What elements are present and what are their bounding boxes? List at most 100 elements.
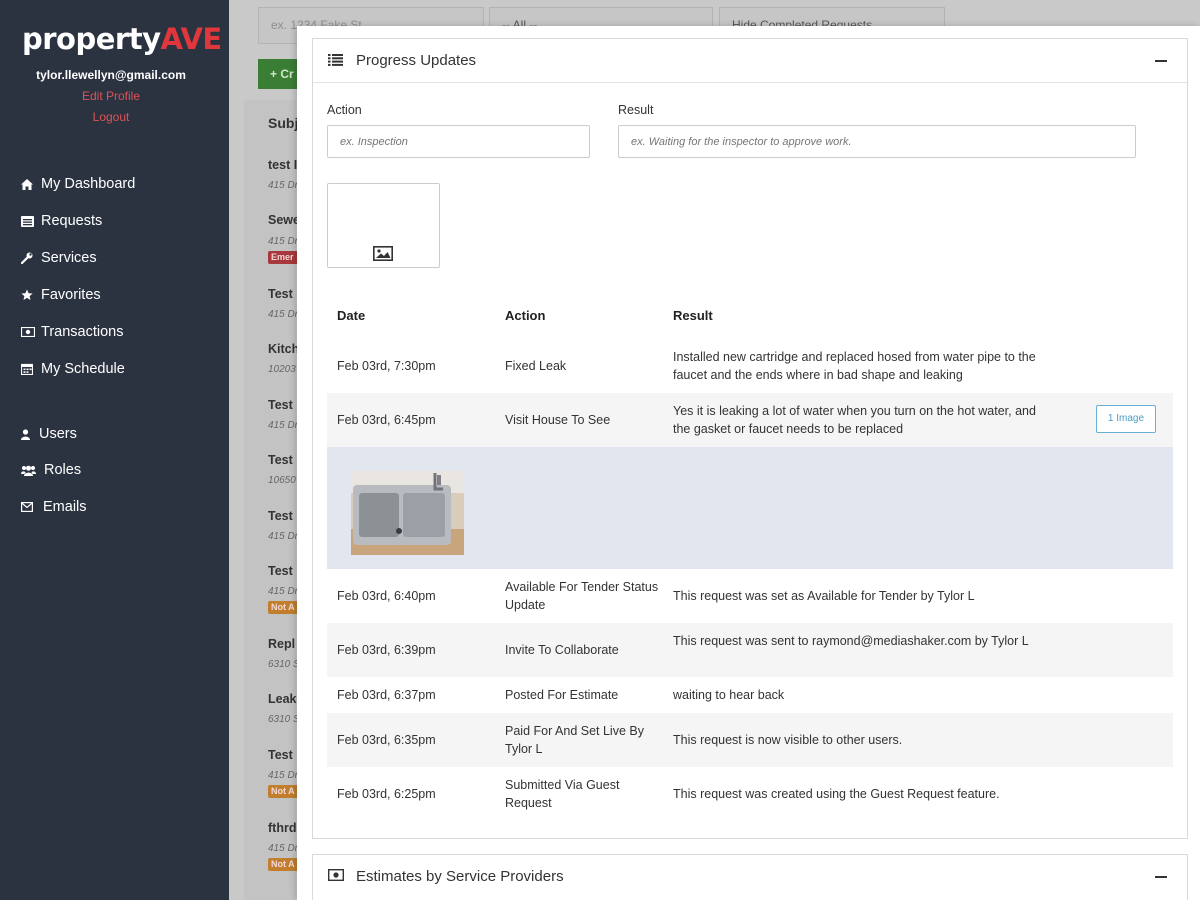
request-item-title[interactable]: fthrd (268, 821, 296, 835)
image-preview-row (327, 447, 1173, 569)
row-action: Paid For And Set Live By Tylor L (505, 724, 644, 756)
image-icon (373, 246, 393, 264)
not-available-badge: Not A (268, 601, 298, 614)
sidebar-item-my-schedule[interactable]: My Schedule (21, 361, 125, 377)
star-icon (21, 289, 41, 301)
list-icon (21, 215, 41, 227)
request-item-address: 10650 (268, 475, 296, 486)
request-item-address: 6310 S (268, 714, 300, 725)
row-result: Yes it is leaking a lot of water when yo… (673, 404, 1036, 436)
sidebar-item-label: My Dashboard (41, 176, 136, 192)
table-row: Feb 03rd, 6:39pm Invite To Collaborate T… (327, 623, 1173, 677)
sidebar-item-users[interactable]: Users (21, 426, 77, 442)
logo-prefix: property (22, 22, 161, 56)
sidebar-item-emails[interactable]: Emails (21, 499, 87, 515)
request-item-address: 415 Dr (268, 180, 299, 191)
row-action: Submitted Via Guest Request (505, 778, 620, 810)
request-item-address: 415 Dr (268, 843, 299, 854)
request-item-address: 415 Dr (268, 420, 299, 431)
card-title: Estimates by Service Providers (356, 868, 564, 885)
table-row: Feb 03rd, 6:37pm Posted For Estimate wai… (327, 677, 1173, 713)
sidebar-item-label: Services (41, 250, 97, 266)
sidebar-item-favorites[interactable]: Favorites (21, 287, 101, 303)
sidebar-item-requests[interactable]: Requests (21, 213, 102, 229)
logo[interactable]: propertyAVE (22, 22, 222, 56)
request-item-title[interactable]: Test (268, 564, 293, 578)
row-action: Visit House To See (505, 413, 611, 427)
card-title: Progress Updates (356, 52, 477, 69)
envelope-icon (21, 502, 43, 512)
image-upload-box[interactable] (327, 183, 440, 268)
sidebar-item-roles[interactable]: Roles (21, 462, 81, 478)
request-item-title[interactable]: Test (268, 287, 293, 301)
table-row: Feb 03rd, 7:30pm Fixed Leak Installed ne… (327, 339, 1173, 393)
sidebar-item-transactions[interactable]: Transactions (21, 324, 123, 340)
request-item-address: 6310 S (268, 659, 300, 670)
table-row: Feb 03rd, 6:35pm Paid For And Set Live B… (327, 713, 1173, 767)
result-column-header: Result (673, 308, 713, 323)
request-item-address: 415 Dr (268, 236, 299, 247)
row-action: Available For Tender Status Update (505, 580, 659, 612)
collapse-icon[interactable] (1155, 60, 1167, 62)
money-icon (327, 868, 345, 884)
subject-column-header: Subj (268, 115, 299, 131)
row-date: Feb 03rd, 6:35pm (337, 733, 436, 747)
date-column-header: Date (337, 308, 366, 323)
calendar-icon (21, 363, 41, 375)
row-action: Fixed Leak (505, 359, 567, 373)
row-date: Feb 03rd, 6:37pm (337, 688, 436, 702)
row-date: Feb 03rd, 6:45pm (337, 413, 436, 427)
request-item-address: 415 Dr (268, 770, 299, 781)
sidebar-item-my-dashboard[interactable]: My Dashboard (21, 176, 135, 192)
sidebar-item-label: Users (39, 426, 77, 442)
request-item-title[interactable]: Test (268, 398, 293, 412)
row-action: Posted For Estimate (505, 688, 619, 702)
request-item-title[interactable]: Repl (268, 637, 295, 651)
create-request-button[interactable]: + Cr (258, 59, 298, 89)
estimates-card: Estimates by Service Providers (312, 854, 1188, 900)
row-action: Invite To Collaborate (505, 643, 619, 657)
request-item-title[interactable]: Test (268, 453, 293, 467)
row-date: Feb 03rd, 6:25pm (337, 787, 436, 801)
row-result: Installed new cartridge and replaced hos… (673, 350, 1036, 382)
sink-photo[interactable] (351, 471, 464, 555)
row-result: waiting to hear back (673, 688, 785, 702)
request-item-title[interactable]: Test (268, 509, 293, 523)
sidebar-item-label: Emails (43, 499, 87, 515)
row-result: This request was sent to raymond@mediash… (673, 634, 1029, 648)
collapse-icon[interactable] (1155, 876, 1167, 878)
action-label: Action (327, 103, 362, 117)
sidebar-item-label: Roles (44, 462, 82, 478)
result-input[interactable] (618, 125, 1136, 158)
request-item-title[interactable]: Sewe (268, 213, 300, 227)
not-available-badge: Not A (268, 785, 298, 798)
request-item-title[interactable]: Leak (268, 692, 297, 706)
request-item-address: 415 Dr (268, 309, 299, 320)
logout-link[interactable]: Logout (0, 110, 222, 124)
action-column-header: Action (505, 308, 546, 323)
view-images-button[interactable]: 1 Image (1096, 405, 1156, 433)
progress-updates-card: Progress Updates Action Result Date Acti… (312, 38, 1188, 839)
row-date: Feb 03rd, 7:30pm (337, 359, 436, 373)
sidebar-item-label: Requests (41, 213, 103, 229)
logo-accent: AVE (160, 22, 222, 56)
sidebar-item-label: My Schedule (41, 361, 125, 377)
sidebar-item-label: Favorites (41, 287, 101, 303)
row-result: This request was created using the Guest… (673, 787, 1000, 801)
table-row: Feb 03rd, 6:25pm Submitted Via Guest Req… (327, 767, 1173, 821)
home-icon (21, 178, 41, 190)
request-item-address: 10203 (268, 364, 296, 375)
request-item-title[interactable]: test I (268, 158, 297, 172)
money-icon (21, 327, 41, 337)
request-item-title[interactable]: Test (268, 748, 293, 762)
sidebar: propertyAVE tylor.llewellyn@gmail.com Ed… (0, 0, 229, 900)
request-item-address: 415 Dr (268, 586, 299, 597)
request-item-title[interactable]: Kitch (268, 342, 299, 356)
user-icon (21, 428, 39, 440)
row-date: Feb 03rd, 6:39pm (337, 643, 436, 657)
edit-profile-link[interactable]: Edit Profile (0, 89, 222, 103)
table-row: Feb 03rd, 6:45pm Visit House To See Yes … (327, 393, 1173, 447)
row-result: This request was set as Available for Te… (673, 589, 975, 603)
sidebar-item-services[interactable]: Services (21, 250, 97, 266)
action-input[interactable] (327, 125, 590, 158)
